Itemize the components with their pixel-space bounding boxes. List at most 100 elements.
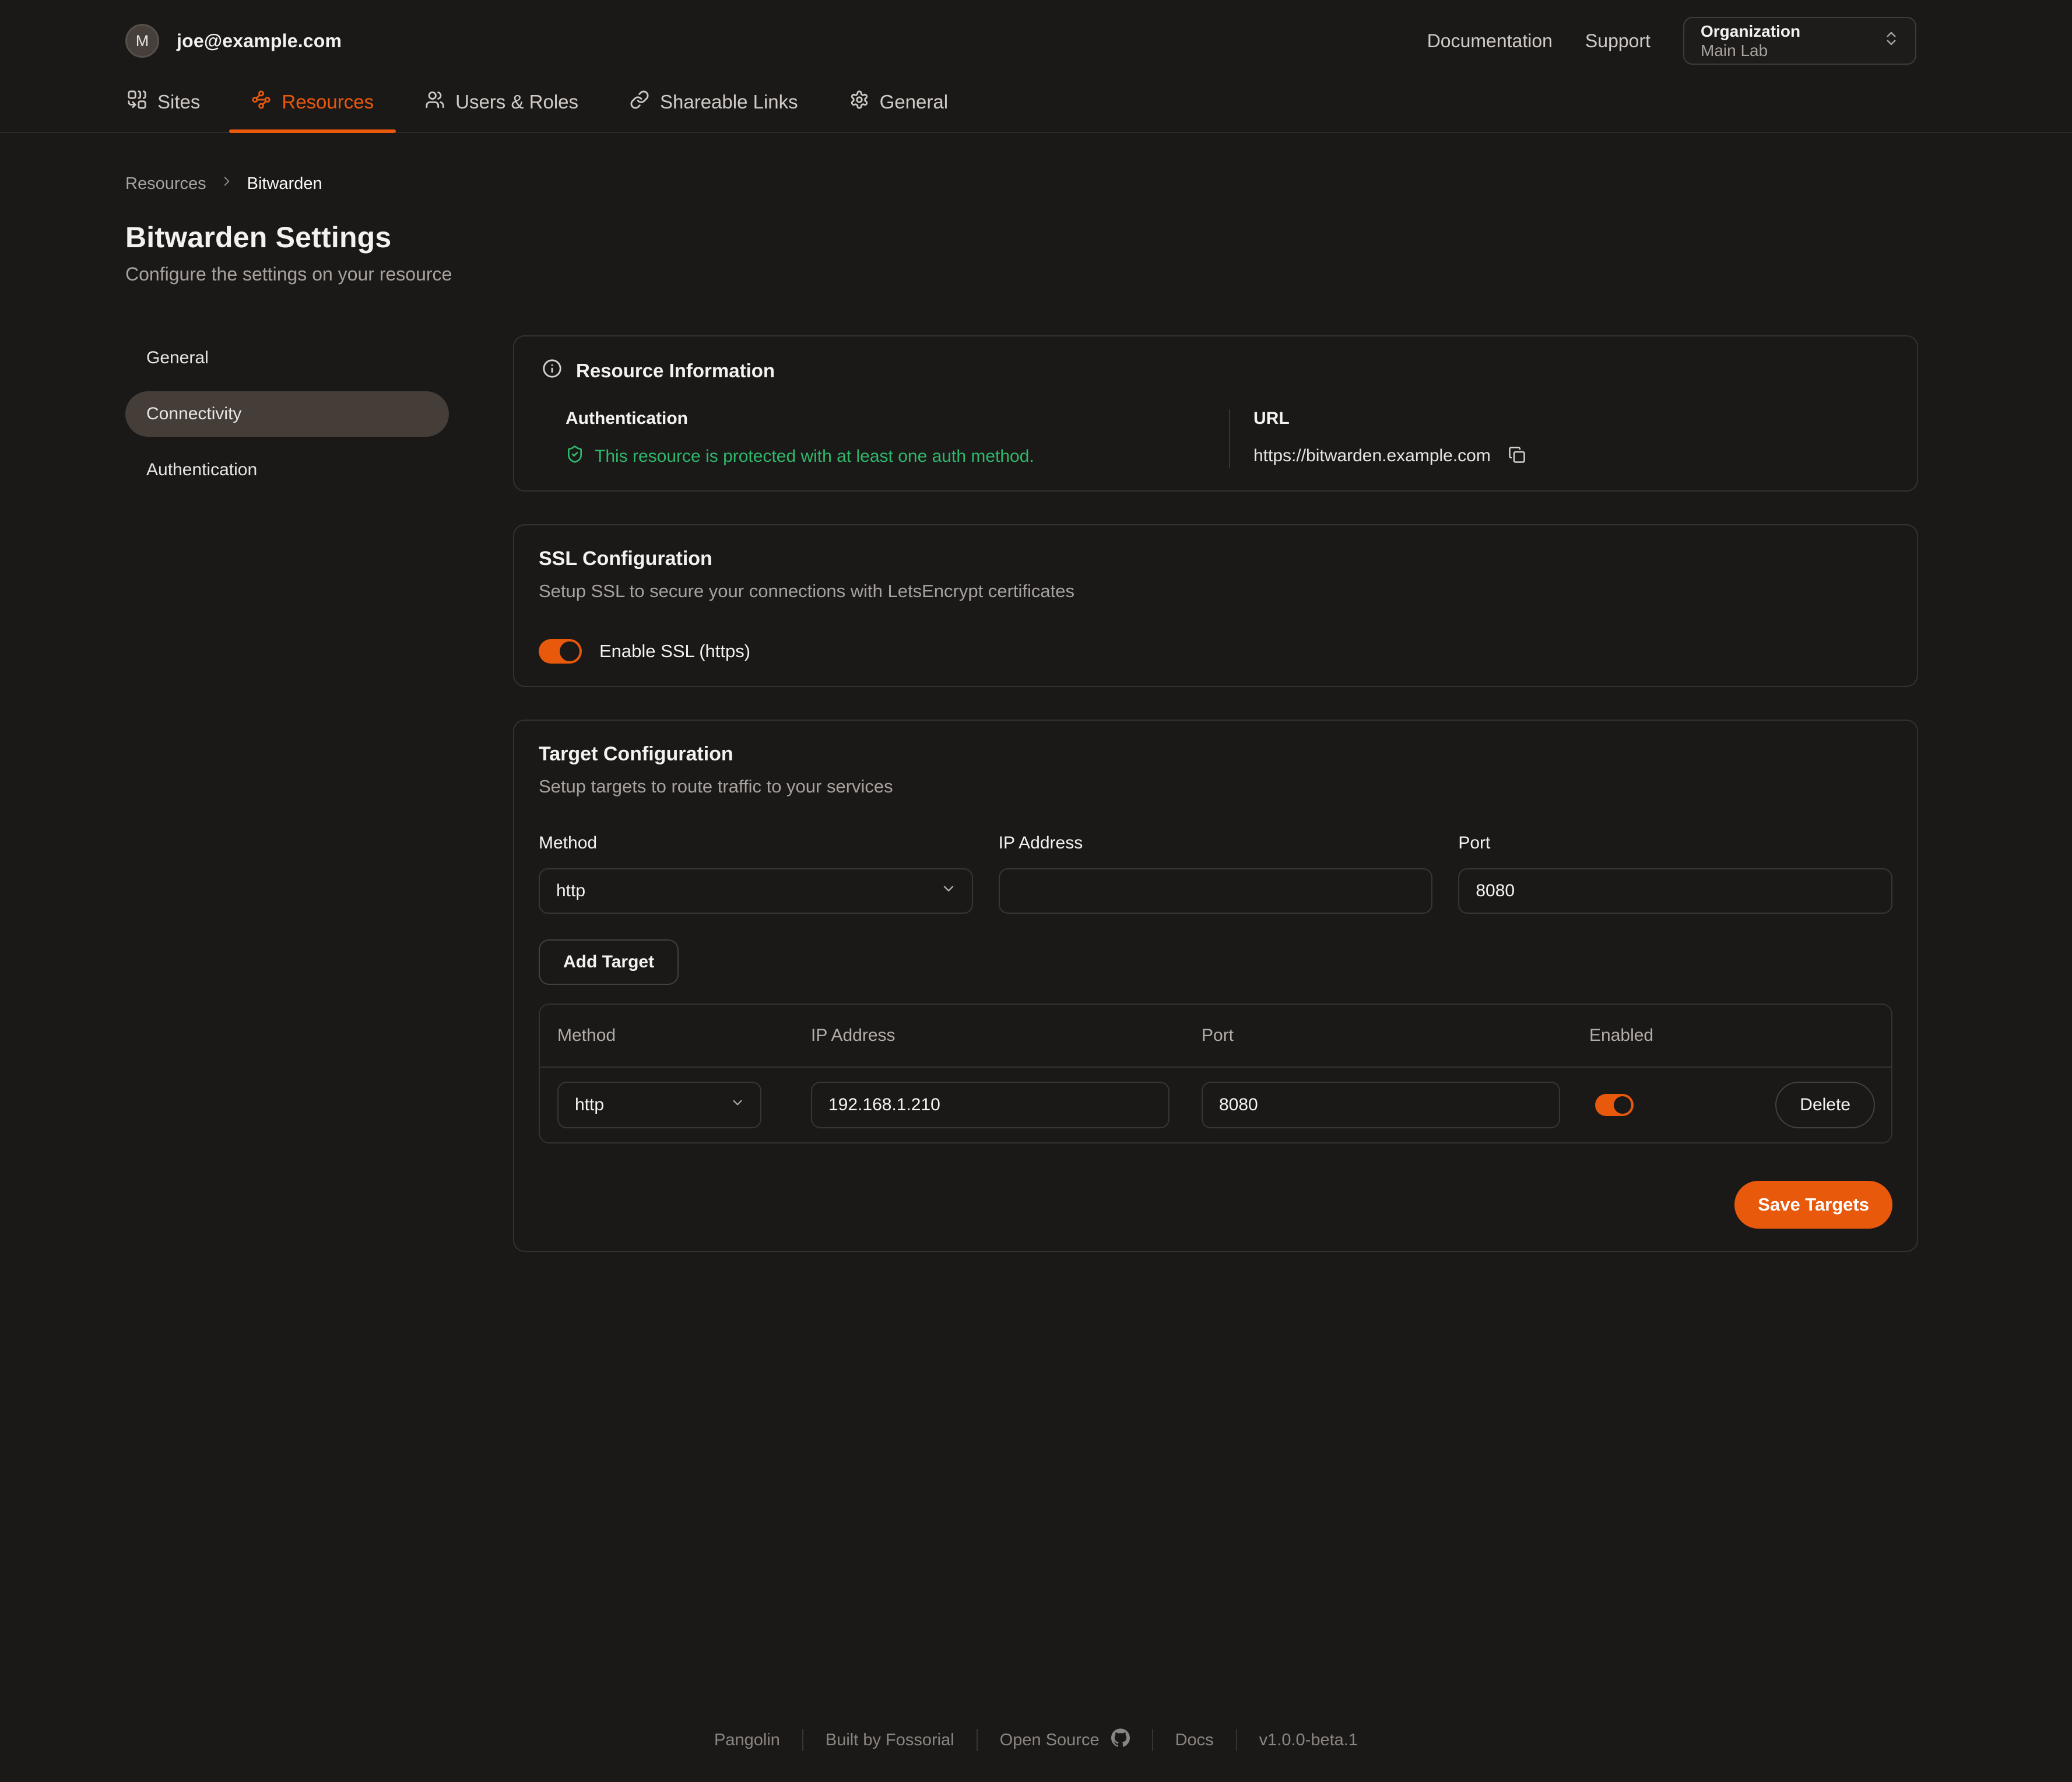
toggle-knob [1614, 1096, 1631, 1114]
info-icon [542, 359, 562, 383]
method-field-group: Method http [539, 833, 973, 914]
chevron-down-icon [730, 1095, 745, 1115]
link-icon [630, 90, 649, 114]
combine-icon [127, 90, 147, 114]
tab-label: General [880, 91, 948, 113]
documentation-link[interactable]: Documentation [1427, 30, 1553, 52]
org-selector[interactable]: Organization Main Lab [1683, 17, 1916, 65]
org-selector-value: Main Lab [1701, 41, 1800, 60]
sidenav-item-authentication[interactable]: Authentication [125, 447, 449, 493]
footer-divider [977, 1729, 978, 1751]
copy-icon [1508, 446, 1526, 465]
footer-open-source-label: Open Source [1000, 1731, 1100, 1750]
resource-info-auth-col: Authentication This resource is protecte… [566, 409, 1229, 468]
ssl-title: SSL Configuration [539, 548, 1892, 570]
resource-info-title: Resource Information [576, 360, 775, 382]
row-port-input[interactable] [1202, 1082, 1560, 1128]
add-target-button[interactable]: Add Target [539, 939, 679, 985]
user-email: joe@example.com [177, 30, 342, 52]
tab-label: Resources [282, 91, 374, 113]
breadcrumb-current: Bitwarden [247, 174, 322, 194]
target-configuration-card: Target Configuration Setup targets to ro… [513, 720, 1918, 1252]
tab-users-roles[interactable]: Users & Roles [403, 80, 600, 132]
col-method: Method [540, 1005, 793, 1067]
footer-pangolin-link[interactable]: Pangolin [714, 1731, 780, 1750]
breadcrumb: Resources Bitwarden [125, 174, 1918, 194]
sidenav-item-connectivity[interactable]: Connectivity [125, 391, 449, 437]
delete-target-button[interactable]: Delete [1775, 1082, 1875, 1128]
port-field-group: Port [1458, 833, 1892, 914]
shield-check-icon [566, 445, 584, 468]
avatar-initial: M [136, 32, 149, 50]
ip-address-input[interactable] [999, 868, 1433, 914]
row-ip-input[interactable] [811, 1082, 1170, 1128]
tab-resources[interactable]: Resources [229, 80, 396, 132]
resource-information-card: Resource Information Authentication This… [513, 335, 1918, 492]
tab-label: Sites [157, 91, 200, 113]
row-method-select[interactable]: http [557, 1082, 761, 1128]
github-icon [1111, 1728, 1130, 1752]
breadcrumb-resources[interactable]: Resources [125, 174, 206, 194]
tab-sites[interactable]: Sites [105, 80, 222, 132]
settings-sidenav: General Connectivity Authentication [125, 335, 449, 1275]
enable-ssl-label: Enable SSL (https) [599, 641, 750, 662]
footer: Pangolin Built by Fossorial Open Source … [0, 1728, 2072, 1782]
targets-table-header: Method IP Address Port Enabled [540, 1005, 1891, 1068]
col-ip: IP Address [793, 1005, 1184, 1067]
url-label: URL [1253, 409, 1892, 429]
resource-info-url-col: URL https://bitwarden.example.com [1229, 409, 1892, 468]
add-target-form: Method http IP Address [539, 833, 1892, 914]
auth-status-text: This resource is protected with at least… [595, 447, 1034, 466]
org-selector-label: Organization [1701, 22, 1800, 41]
page-title: Bitwarden Settings [125, 220, 1918, 254]
method-select-value: http [556, 881, 585, 901]
footer-open-source-link[interactable]: Open Source [1000, 1728, 1130, 1752]
tab-shareable-links[interactable]: Shareable Links [607, 80, 820, 132]
gear-icon [849, 90, 869, 114]
copy-url-button[interactable] [1506, 444, 1528, 468]
footer-docs-link[interactable]: Docs [1175, 1731, 1214, 1750]
waypoints-icon [251, 90, 271, 114]
footer-divider [1152, 1729, 1153, 1751]
ip-label: IP Address [999, 833, 1433, 853]
users-icon [425, 90, 445, 114]
row-method-value: http [575, 1095, 604, 1115]
chevrons-up-down-icon [1883, 30, 1900, 52]
chevron-down-icon [940, 881, 957, 901]
tab-general[interactable]: General [827, 80, 970, 132]
tab-label: Users & Roles [455, 91, 578, 113]
ssl-configuration-card: SSL Configuration Setup SSL to secure yo… [513, 524, 1918, 687]
page-subtitle: Configure the settings on your resource [125, 264, 1918, 285]
col-port: Port [1184, 1005, 1572, 1067]
footer-fossorial-link[interactable]: Built by Fossorial [826, 1731, 954, 1750]
avatar[interactable]: M [125, 24, 159, 58]
org-selector-text: Organization Main Lab [1701, 22, 1800, 60]
save-targets-button[interactable]: Save Targets [1734, 1181, 1892, 1229]
targets-table: Method IP Address Port Enabled http [539, 1004, 1892, 1143]
toggle-knob [560, 641, 580, 661]
tab-label: Shareable Links [660, 91, 798, 113]
top-bar: M joe@example.com Documentation Support … [0, 0, 2072, 70]
enable-ssl-toggle[interactable] [539, 639, 582, 664]
auth-status: This resource is protected with at least… [566, 445, 1229, 468]
targets-title: Target Configuration [539, 743, 1892, 766]
method-select[interactable]: http [539, 868, 973, 914]
port-input[interactable] [1458, 868, 1892, 914]
footer-divider [802, 1729, 803, 1751]
main-content: Resources Bitwarden Bitwarden Settings C… [0, 133, 1918, 1275]
port-label: Port [1458, 833, 1892, 853]
support-link[interactable]: Support [1585, 30, 1650, 52]
row-enabled-toggle[interactable] [1595, 1094, 1634, 1116]
auth-label: Authentication [566, 409, 1229, 429]
footer-divider [1236, 1729, 1237, 1751]
settings-cards: Resource Information Authentication This… [513, 335, 1918, 1275]
chevron-right-icon [219, 174, 234, 194]
top-right: Documentation Support Organization Main … [1427, 17, 1916, 65]
main-nav: Sites Resources Users & Roles Shareable … [0, 70, 2072, 133]
col-enabled: Enabled [1572, 1005, 1891, 1067]
sidenav-item-general[interactable]: General [125, 335, 449, 381]
ip-field-group: IP Address [999, 833, 1433, 914]
user-menu[interactable]: M joe@example.com [125, 24, 342, 58]
method-label: Method [539, 833, 973, 853]
page: M joe@example.com Documentation Support … [0, 0, 2072, 1782]
